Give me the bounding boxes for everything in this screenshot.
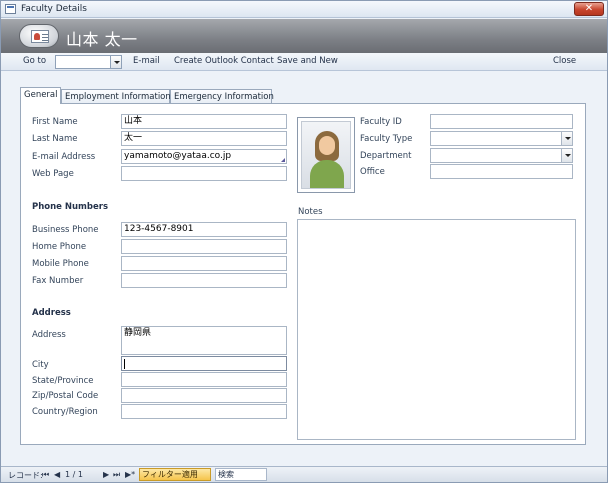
city-label: City — [32, 360, 49, 370]
chevron-down-icon[interactable] — [561, 132, 572, 145]
last-record-icon[interactable]: ⏭ — [113, 470, 120, 480]
goto-label: Go to — [23, 56, 47, 66]
fax-number-field[interactable] — [121, 273, 287, 288]
tab-emergency-information[interactable]: Emergency Information — [170, 89, 274, 104]
text-cursor — [124, 359, 125, 369]
faculty-name-heading: 山本 太一 — [66, 30, 138, 49]
new-record-icon[interactable]: ▶* — [125, 470, 135, 479]
fax-number-label: Fax Number — [32, 276, 84, 286]
web-page-field[interactable] — [121, 166, 287, 181]
email-value: yamamoto@yataa.co.jp — [124, 151, 232, 161]
email-button[interactable]: E-mail — [133, 56, 160, 66]
title-bar: Faculty Details ✕ — [1, 1, 607, 18]
previous-record-icon[interactable]: ◀ — [54, 470, 60, 479]
email-field[interactable]: yamamoto@yataa.co.jp — [121, 149, 287, 164]
country-region-label: Country/Region — [32, 407, 98, 417]
notes-field[interactable] — [297, 219, 576, 440]
next-record-icon[interactable]: ▶ — [103, 470, 109, 479]
form-icon — [5, 4, 16, 14]
faculty-id-label: Faculty ID — [360, 117, 402, 127]
zip-postal-code-field[interactable] — [121, 388, 287, 403]
filter-applied-toggle[interactable]: フィルター適用 — [139, 468, 211, 481]
business-phone-field[interactable]: 123-4567-8901 — [121, 222, 287, 237]
goto-combobox[interactable] — [55, 55, 122, 69]
state-province-label: State/Province — [32, 376, 94, 386]
mobile-phone-field[interactable] — [121, 256, 287, 271]
close-form-button[interactable]: Close — [553, 56, 576, 66]
faculty-type-label: Faculty Type — [360, 134, 413, 144]
city-field[interactable] — [121, 356, 287, 371]
address-heading: Address — [32, 308, 71, 318]
faculty-id-field[interactable] — [430, 114, 573, 129]
last-name-field[interactable]: 太一 — [121, 131, 287, 146]
faculty-details-window: Faculty Details ✕ 山本 太一 Go to E-mail Cre… — [0, 0, 608, 483]
form-toolbar: Go to E-mail Create Outlook Contact Save… — [1, 53, 607, 71]
business-phone-label: Business Phone — [32, 225, 99, 235]
chevron-down-icon[interactable] — [110, 56, 121, 68]
address-field[interactable]: 静岡県 — [121, 326, 287, 355]
office-field[interactable] — [430, 164, 573, 179]
chevron-down-icon[interactable] — [561, 149, 572, 162]
record-label: レコード: — [8, 471, 43, 480]
first-name-field[interactable]: 山本 — [121, 114, 287, 129]
country-region-field[interactable] — [121, 404, 287, 419]
address-label: Address — [32, 330, 66, 340]
home-phone-label: Home Phone — [32, 242, 87, 252]
last-name-label: Last Name — [32, 134, 78, 144]
department-label: Department — [360, 151, 412, 161]
state-province-field[interactable] — [121, 372, 287, 387]
search-input[interactable]: 検索 — [215, 468, 267, 481]
first-name-label: First Name — [32, 117, 78, 127]
mobile-phone-label: Mobile Phone — [32, 259, 89, 269]
email-label: E-mail Address — [32, 152, 96, 162]
record-position[interactable]: 1 / 1 — [65, 470, 83, 479]
tab-employment-information[interactable]: Employment Information — [61, 89, 171, 104]
zip-postal-code-label: Zip/Postal Code — [32, 391, 99, 401]
create-outlook-contact-button[interactable]: Create Outlook Contact — [174, 56, 274, 66]
notes-label: Notes — [298, 207, 323, 217]
first-record-icon[interactable]: ⏮ — [42, 470, 49, 480]
faculty-photo[interactable] — [297, 117, 355, 193]
home-phone-field[interactable] — [121, 239, 287, 254]
faculty-type-combobox[interactable] — [430, 131, 573, 146]
record-navigation-bar: レコード: ⏮ ◀ 1 / 1 ▶ ⏭ ▶* フィルター適用 検索 — [1, 466, 607, 482]
person-placeholder-icon — [301, 121, 351, 189]
department-combobox[interactable] — [430, 148, 573, 163]
hyperlink-indicator-icon — [281, 158, 285, 162]
window-title: Faculty Details — [21, 4, 87, 14]
phone-numbers-heading: Phone Numbers — [32, 202, 109, 212]
save-and-new-button[interactable]: Save and New — [277, 56, 338, 66]
web-page-label: Web Page — [32, 169, 74, 179]
office-label: Office — [360, 167, 385, 177]
window-close-button[interactable]: ✕ — [574, 2, 604, 16]
tab-general[interactable]: General — [20, 87, 61, 104]
form-header: 山本 太一 — [1, 19, 607, 53]
contact-card-icon — [19, 24, 59, 48]
